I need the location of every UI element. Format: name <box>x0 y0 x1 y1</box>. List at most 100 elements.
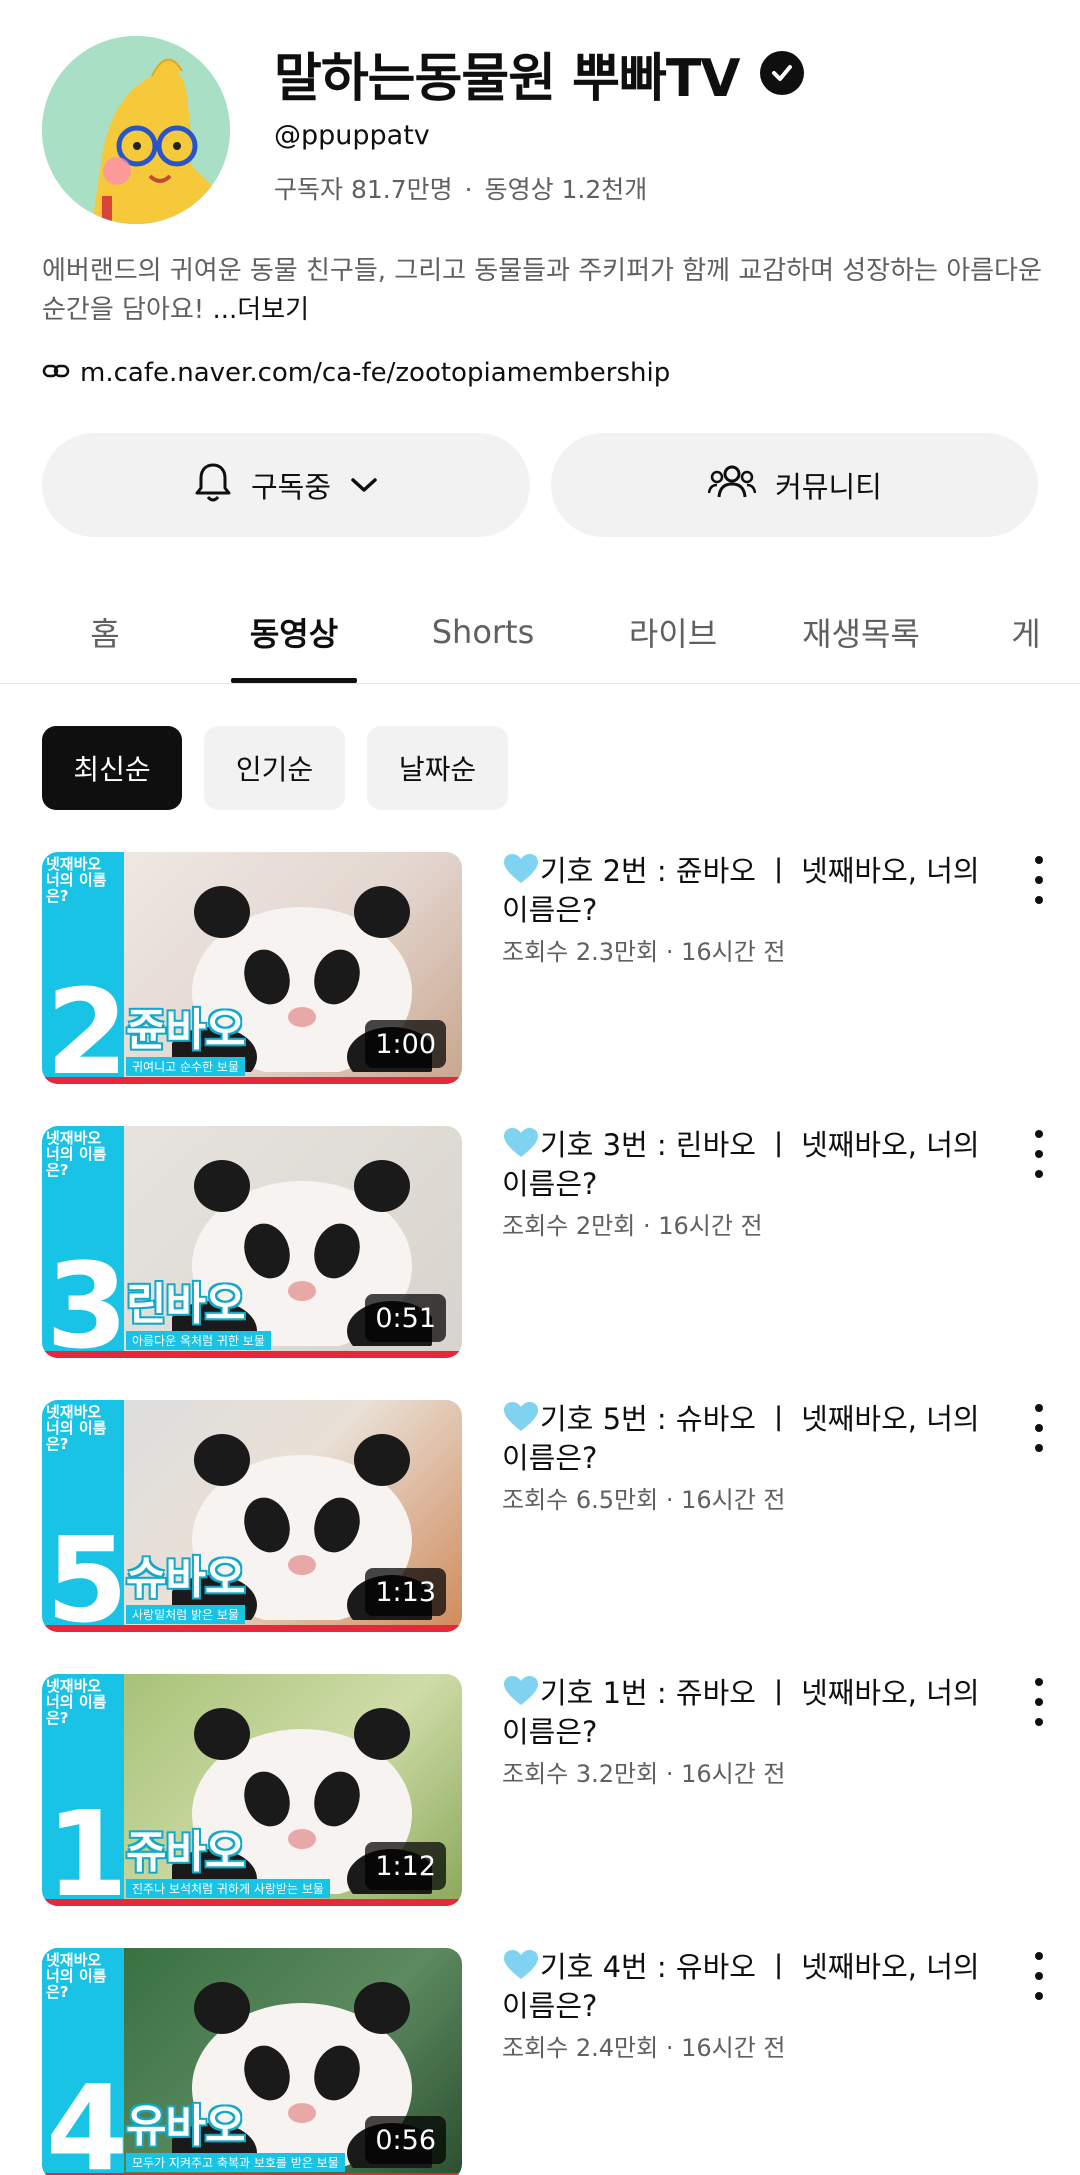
channel-handle: @ppuppatv <box>274 120 430 151</box>
video-title-text: 기호 5번 : 슈바오 ㅣ 넷째바오, 너의 이름은? <box>502 1402 980 1475</box>
thumbnail-tagline: 귀여니고 순수한 보물 <box>126 1057 245 1076</box>
description-text: 에버랜드의 귀여운 동물 친구들, 그리고 동물들과 주키퍼가 함께 교감하며 … <box>42 256 1042 325</box>
video-thumbnail[interactable]: 넷재바오 너의 이름은? 2 쥰바오 귀여니고 순수한 보물 1:00 <box>42 852 462 1084</box>
tab-posts[interactable]: 게 <box>996 580 1056 684</box>
thumbnail-tagline: 진주나 보석처럼 귀하게 사랑받는 보물 <box>126 1879 330 1898</box>
view-count: 조회수 3.2만회 <box>502 1760 659 1788</box>
more-vertical-icon[interactable] <box>1024 1952 1054 2000</box>
thumbnail-series-label: 넷재바오 너의 이름은? <box>46 1129 107 1179</box>
upload-age: 16시간 전 <box>658 1212 763 1240</box>
link-text: m.cafe.naver.com/ca-fe/zootopiamembershi… <box>80 358 671 388</box>
video-title[interactable]: 기호 2번 : 쥰바오 ㅣ 넷째바오, 너의 이름은? <box>502 852 982 930</box>
channel-description[interactable]: 에버랜드의 귀여운 동물 친구들, 그리고 동물들과 주키퍼가 함께 교감하며 … <box>42 252 1042 330</box>
channel-avatar[interactable] <box>42 36 230 224</box>
video-duration: 1:12 <box>365 1842 446 1890</box>
video-meta: 조회수 2.3만회 · 16시간 전 <box>502 938 786 966</box>
video-thumbnail[interactable]: 넷재바오 너의 이름은? 1 쥬바오 진주나 보석처럼 귀하게 사랑받는 보물 … <box>42 1674 462 1906</box>
chip-latest[interactable]: 최신순 <box>42 726 182 810</box>
link-icon <box>42 358 70 388</box>
video-item[interactable]: 넷재바오 너의 이름은? 1 쥬바오 진주나 보석처럼 귀하게 사랑받는 보물 … <box>0 1674 1080 1914</box>
video-title-text: 기호 3번 : 린바오 ㅣ 넷째바오, 너의 이름은? <box>502 1128 980 1201</box>
tab-live[interactable]: 라이브 <box>610 580 736 684</box>
upload-age: 16시간 전 <box>681 1760 786 1788</box>
heart-icon <box>504 1676 538 1705</box>
watch-progress-bar <box>42 1077 462 1084</box>
video-meta: 조회수 2.4만회 · 16시간 전 <box>502 2034 786 2062</box>
bell-icon <box>193 461 233 510</box>
watch-progress-bar <box>42 1899 462 1906</box>
video-duration: 1:00 <box>365 1020 446 1068</box>
view-count: 조회수 2.3만회 <box>502 938 659 966</box>
thumbnail-tagline: 모두가 지켜주고 축복과 보호를 받은 보물 <box>126 2153 345 2172</box>
video-title-text: 기호 2번 : 쥰바오 ㅣ 넷째바오, 너의 이름은? <box>502 854 980 927</box>
upload-age: 16시간 전 <box>681 2034 786 2062</box>
channel-tabs: 홈 동영상 Shorts 라이브 재생목록 게 <box>0 580 1080 684</box>
video-duration: 1:13 <box>365 1568 446 1616</box>
channel-stats: 구독자 81.7만명 · 동영상 1.2천개 <box>274 175 648 204</box>
more-link[interactable]: ...더보기 <box>212 295 309 325</box>
video-item[interactable]: 넷재바오 너의 이름은? 2 쥰바오 귀여니고 순수한 보물 1:00 기호 2… <box>0 852 1080 1092</box>
more-vertical-icon[interactable] <box>1024 1130 1054 1178</box>
more-vertical-icon[interactable] <box>1024 1404 1054 1452</box>
thumbnail-panda-name: 쥬바오 <box>126 1827 245 1878</box>
thumbnail-number: 5 <box>45 1511 129 1632</box>
more-vertical-icon[interactable] <box>1024 1678 1054 1726</box>
video-item[interactable]: 넷재바오 너의 이름은? 4 유바오 모두가 지켜주고 축복과 보호를 받은 보… <box>0 1948 1080 2175</box>
upload-age: 16시간 전 <box>681 938 786 966</box>
community-label: 커뮤니티 <box>775 470 882 504</box>
thumbnail-series-label: 넷재바오 너의 이름은? <box>46 855 107 905</box>
video-thumbnail[interactable]: 넷재바오 너의 이름은? 3 린바오 아름다운 옥처럼 귀한 보물 0:51 <box>42 1126 462 1358</box>
video-meta: 조회수 2만회 · 16시간 전 <box>502 1212 763 1240</box>
video-thumbnail[interactable]: 넷재바오 너의 이름은? 4 유바오 모두가 지켜주고 축복과 보호를 받은 보… <box>42 1948 462 2175</box>
heart-icon <box>504 1950 538 1979</box>
upload-age: 16시간 전 <box>681 1486 786 1514</box>
video-thumbnail[interactable]: 넷재바오 너의 이름은? 5 슈바오 사랑밑처럼 밝은 보물 1:13 <box>42 1400 462 1632</box>
video-item[interactable]: 넷재바오 너의 이름은? 3 린바오 아름다운 옥처럼 귀한 보물 0:51 기… <box>0 1126 1080 1366</box>
tab-home[interactable]: 홈 <box>42 580 168 684</box>
more-vertical-icon[interactable] <box>1024 856 1054 904</box>
tab-playlists[interactable]: 재생목록 <box>796 580 926 684</box>
thumbnail-panda-name: 린바오 <box>126 1279 245 1330</box>
video-item[interactable]: 넷재바오 너의 이름은? 5 슈바오 사랑밑처럼 밝은 보물 1:13 기호 5… <box>0 1400 1080 1640</box>
thumbnail-tagline: 사랑밑처럼 밝은 보물 <box>126 1605 245 1624</box>
checkmark-verified-icon <box>759 51 804 95</box>
video-title[interactable]: 기호 1번 : 쥬바오 ㅣ 넷째바오, 너의 이름은? <box>502 1674 982 1752</box>
video-title-text: 기호 1번 : 쥬바오 ㅣ 넷째바오, 너의 이름은? <box>502 1676 980 1749</box>
thumbnail-tagline: 아름다운 옥처럼 귀한 보물 <box>126 1331 271 1350</box>
watch-progress-bar <box>42 1625 462 1632</box>
thumbnail-series-label: 넷재바오 너의 이름은? <box>46 1677 107 1727</box>
watch-progress-bar <box>42 1351 462 1358</box>
chip-oldest[interactable]: 날짜순 <box>367 726 508 810</box>
channel-link[interactable]: m.cafe.naver.com/ca-fe/zootopiamembershi… <box>42 358 670 388</box>
thumbnail-panda-name: 쥰바오 <box>126 1005 245 1056</box>
video-duration: 0:51 <box>365 1294 446 1342</box>
subscriber-count: 구독자 81.7만명 <box>274 175 453 204</box>
thumbnail-series-label: 넷재바오 너의 이름은? <box>46 1951 107 2001</box>
chip-popular[interactable]: 인기순 <box>204 726 345 810</box>
video-count: 동영상 1.2천개 <box>484 175 648 204</box>
tab-shorts[interactable]: Shorts <box>418 580 548 684</box>
view-count: 조회수 2만회 <box>502 1212 636 1240</box>
tab-indicator <box>231 678 357 683</box>
video-title[interactable]: 기호 5번 : 슈바오 ㅣ 넷째바오, 너의 이름은? <box>502 1400 982 1478</box>
thumbnail-panda-name: 유바오 <box>126 2101 245 2152</box>
community-button[interactable]: 커뮤니티 <box>551 433 1038 537</box>
heart-icon <box>504 854 538 883</box>
view-count: 조회수 6.5만회 <box>502 1486 659 1514</box>
subscribed-button[interactable]: 구독중 <box>42 433 530 537</box>
subscribed-label: 구독중 <box>250 470 332 504</box>
video-title[interactable]: 기호 4번 : 유바오 ㅣ 넷째바오, 너의 이름은? <box>502 1948 982 2026</box>
tab-videos[interactable]: 동영상 <box>231 580 357 684</box>
channel-name-text: 말하는동물원 뿌빠TV <box>274 48 741 109</box>
video-meta: 조회수 3.2만회 · 16시간 전 <box>502 1760 786 1788</box>
video-title-text: 기호 4번 : 유바오 ㅣ 넷째바오, 너의 이름은? <box>502 1950 980 2023</box>
heart-icon <box>504 1128 538 1157</box>
channel-name: 말하는동물원 뿌빠TV <box>274 36 804 110</box>
video-title[interactable]: 기호 3번 : 린바오 ㅣ 넷째바오, 너의 이름은? <box>502 1126 982 1204</box>
video-meta: 조회수 6.5만회 · 16시간 전 <box>502 1486 786 1514</box>
thumbnail-panda-name: 슈바오 <box>126 1553 245 1604</box>
view-count: 조회수 2.4만회 <box>502 2034 659 2062</box>
people-icon <box>707 463 757 508</box>
thumbnail-number: 2 <box>45 963 129 1084</box>
thumbnail-number: 3 <box>45 1237 129 1358</box>
